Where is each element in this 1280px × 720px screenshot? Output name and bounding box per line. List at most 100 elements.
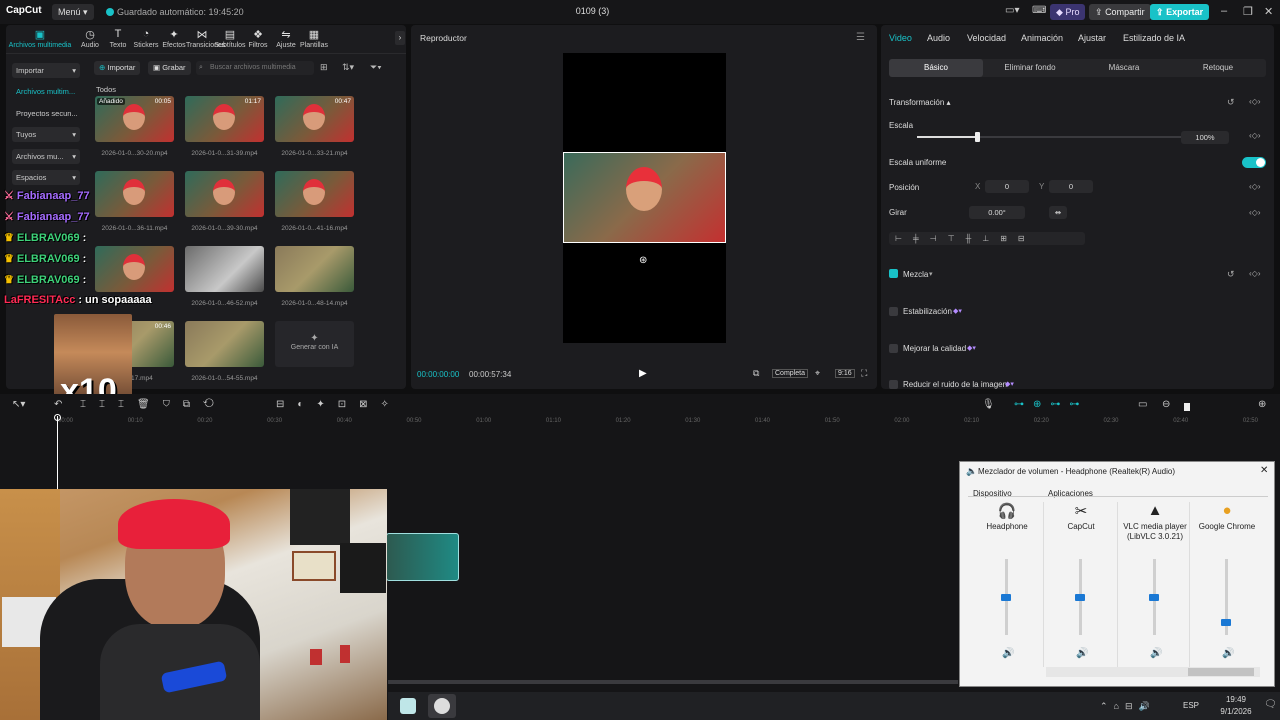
video-clip[interactable] [386, 533, 459, 581]
sort-icon[interactable]: ⇅▾ [342, 62, 354, 73]
volume-slider[interactable] [1075, 559, 1085, 635]
chevron-up-icon[interactable]: ▴ [947, 98, 951, 107]
sidebar-item[interactable]: Espacios ▾ [12, 170, 80, 185]
zoom-slider-thumb[interactable] [1184, 403, 1190, 411]
tab-video[interactable]: Video [889, 33, 912, 43]
edit-tools[interactable]: ⌶⌶⌶🗑⛉⧉⟲ [80, 399, 227, 410]
uniform-toggle[interactable] [1242, 157, 1266, 168]
tab-ajustar[interactable]: Ajustar [1078, 33, 1106, 43]
pos-x-field[interactable]: 0 [985, 180, 1029, 193]
zoom-in-icon[interactable]: ⊕ [1258, 399, 1266, 410]
select-tool-icon[interactable]: ↖▾ [12, 399, 25, 410]
keyframe-icon[interactable]: ‹◇› [1249, 208, 1260, 217]
media-thumbnail[interactable] [185, 246, 264, 292]
tab-animaci-n[interactable]: Animación [1021, 33, 1063, 43]
tab-estilizado-de-ia[interactable]: Estilizado de IA [1123, 33, 1185, 43]
ratio-button[interactable]: Completa [772, 369, 808, 378]
media-thumbnail[interactable]: 01:17 [185, 96, 264, 142]
chevron-down-icon[interactable]: ▾ [929, 270, 933, 278]
volume-slider[interactable] [1001, 559, 1011, 635]
sidebar-item[interactable]: Tuyos ▾ [12, 127, 80, 142]
undo-icon[interactable]: ↶ [54, 399, 62, 410]
clock-date[interactable]: 9/1/2026 [1214, 707, 1258, 716]
align-toolbar[interactable]: ⊢╪⊣⊤╫⊥⊞⊟ [889, 232, 1085, 245]
filter-icon[interactable]: ⏷▾ [370, 62, 382, 73]
snap-tools[interactable]: ⊶⊕⊶⊶ [1014, 399, 1088, 410]
subtab-retoque[interactable]: Retoque [1171, 59, 1265, 77]
tab-velocidad[interactable]: Velocidad [967, 33, 1006, 43]
media-thumbnail[interactable] [185, 171, 264, 217]
fullscreen-icon[interactable]: ⛶ [861, 368, 867, 379]
media-thumbnail[interactable]: ✦ Generar con IA [275, 321, 354, 367]
focus-icon[interactable]: ⌖ [815, 368, 820, 379]
export-button[interactable]: ⇪ Exportar [1150, 4, 1210, 20]
media-thumbnail[interactable]: 00:47 [275, 96, 354, 142]
speaker-icon[interactable]: 🔊 [1222, 648, 1234, 659]
subtab-b-sico[interactable]: Básico [889, 59, 983, 77]
lang-indicator[interactable]: ESP [1183, 701, 1199, 710]
app-icon-active[interactable] [428, 694, 456, 718]
shortcuts-icon[interactable]: ⌨ [1032, 5, 1046, 16]
sidebar-item[interactable]: Archivos multim... [12, 84, 80, 99]
rotate-field[interactable]: 0.00° [969, 206, 1025, 219]
aspect-button[interactable]: 9:16 [835, 369, 855, 378]
snapshot-icon[interactable]: ⧉ [753, 368, 759, 379]
timeline-scrollbar[interactable] [388, 680, 958, 684]
tab-templates[interactable]: ▦ Plantillas [298, 28, 330, 49]
reset-icon[interactable]: ↺ [1227, 269, 1235, 280]
close-icon[interactable]: ✕ [1264, 5, 1273, 18]
reset-icon[interactable]: ↺ [1227, 97, 1235, 108]
tray-icons[interactable]: ⌃⌂⊟🔊 [1100, 701, 1156, 712]
blend-checkbox[interactable] [889, 269, 898, 278]
menu-button[interactable]: Menú ▾ [52, 4, 94, 20]
chevron-right-icon[interactable]: › [395, 31, 405, 45]
scale-slider-thumb[interactable] [975, 132, 980, 142]
playhead[interactable] [57, 416, 58, 496]
tab-media[interactable]: ▣ Archivos multimedia [8, 28, 72, 49]
video-frame[interactable] [563, 152, 726, 243]
media-search-input[interactable]: ⌕ Buscar archivos multimedia [196, 61, 314, 75]
record-button[interactable]: ▣ Grabar [148, 61, 191, 75]
media-thumbnail[interactable] [185, 321, 264, 367]
preview-icon[interactable]: ▭ [1138, 399, 1147, 410]
maximize-icon[interactable]: ❐ [1243, 5, 1253, 18]
speaker-icon[interactable]: 🔊 [1076, 648, 1088, 659]
edit-tools-2[interactable]: ⊟◐✦⊡⊠✧ [276, 399, 402, 410]
media-thumbnail[interactable]: 00:05 Añadido [95, 96, 174, 142]
mic-icon[interactable]: 🎙 [982, 399, 995, 410]
layout-icon[interactable]: ▭▾ [1005, 5, 1019, 16]
close-icon[interactable]: ✕ [1260, 465, 1268, 476]
grid-view-icon[interactable]: ⊞ [320, 62, 328, 73]
flip-button[interactable]: ⇹ [1049, 206, 1067, 219]
scale-field[interactable]: 100% [1181, 131, 1229, 144]
zoom-out-icon[interactable]: ⊖ [1162, 399, 1170, 410]
volume-slider-thumb[interactable] [1221, 618, 1231, 626]
sidebar-item[interactable]: Importar ▾ [12, 63, 80, 78]
subtab-m-scara[interactable]: Máscara [1077, 59, 1171, 77]
stab-checkbox[interactable] [889, 307, 898, 316]
minimize-icon[interactable]: – [1221, 5, 1227, 17]
volume-slider-thumb[interactable] [1001, 594, 1011, 601]
speaker-icon[interactable]: 🔊 [1150, 648, 1162, 659]
noise-checkbox[interactable] [889, 380, 898, 389]
volume-slider[interactable] [1149, 559, 1159, 635]
keyframe-icon[interactable]: ‹◇› [1249, 97, 1260, 106]
volume-slider-thumb[interactable] [1149, 594, 1159, 601]
hamburger-icon[interactable]: ☰ [856, 32, 865, 43]
playhead-handle[interactable] [54, 414, 61, 421]
media-thumbnail[interactable] [275, 246, 354, 292]
tab-audio[interactable]: Audio [927, 33, 950, 43]
media-thumbnail[interactable] [275, 171, 354, 217]
pos-y-field[interactable]: 0 [1049, 180, 1093, 193]
speaker-icon[interactable]: 🔊 [1002, 648, 1014, 659]
keyframe-icon[interactable]: ‹◇› [1249, 131, 1260, 140]
volume-slider-thumb[interactable] [1075, 594, 1085, 601]
keyframe-icon[interactable]: ‹◇› [1249, 182, 1260, 191]
volume-slider[interactable] [1221, 559, 1231, 635]
scrollbar-thumb[interactable] [1188, 668, 1254, 676]
share-button[interactable]: ⇪ Compartir [1089, 4, 1151, 20]
quality-checkbox[interactable] [889, 344, 898, 353]
project-title[interactable]: 0109 (3) [560, 6, 625, 16]
sidebar-item[interactable]: Archivos mu... ▾ [12, 149, 80, 164]
sidebar-item[interactable]: Proyectos secun... [12, 106, 80, 121]
